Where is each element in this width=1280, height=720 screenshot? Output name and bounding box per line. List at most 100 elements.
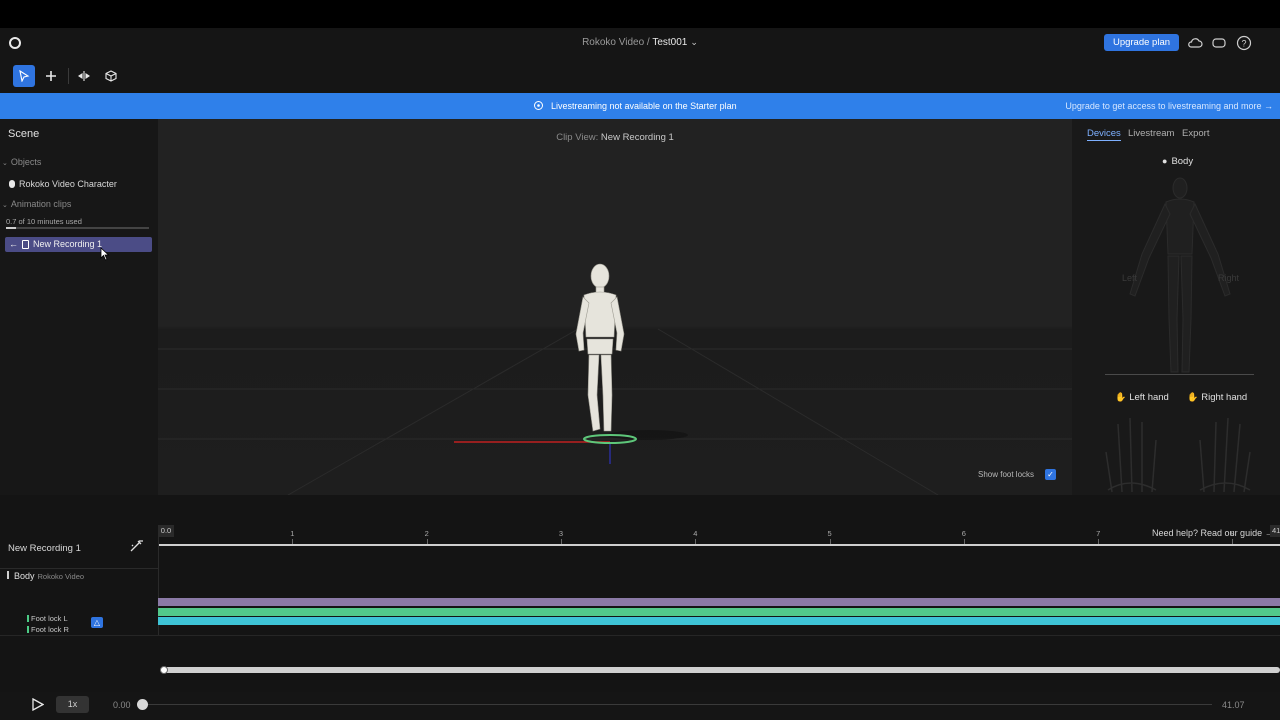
foot-lock-marker	[27, 626, 29, 633]
body-left-label: Left	[1122, 273, 1138, 283]
headset-icon[interactable]	[1211, 35, 1227, 51]
show-foot-locks-checkbox[interactable]: ✓	[1045, 469, 1056, 480]
clip-range-line[interactable]	[158, 544, 1280, 546]
scrub-handle[interactable]	[137, 699, 148, 710]
banner-message: Livestreaming not available on the Start…	[551, 101, 737, 111]
app-window: Rokoko Video / Test001⌄ Upgrade plan ?	[0, 28, 1280, 720]
chevron-down-icon[interactable]: ⌄	[690, 37, 698, 48]
usage-bar-fill	[6, 227, 16, 229]
film-icon	[22, 240, 29, 249]
right-hand-label: Right hand	[1201, 392, 1248, 403]
magic-wand-icon[interactable]	[129, 539, 143, 553]
broadcast-icon	[534, 101, 543, 110]
body-right-label: Right	[1218, 273, 1240, 283]
svg-text:?: ?	[1241, 39, 1246, 49]
chevron-down-icon: ⌄	[2, 160, 8, 167]
foot-lock-l-track[interactable]: Foot lock L	[27, 614, 68, 623]
clips-section-toggle[interactable]: ⌄ Animation clips	[2, 199, 71, 209]
scrub-track[interactable]	[142, 704, 1212, 705]
body-track-band[interactable]	[158, 598, 1280, 606]
hands-silhouette	[1105, 417, 1251, 493]
ruler-tick-label: 6	[961, 529, 966, 538]
tab-export[interactable]: Export	[1182, 128, 1209, 139]
track-source: Rokoko Video	[37, 572, 85, 581]
usage-text: 0.7 of 10 minutes used	[6, 217, 82, 226]
move-tool-button[interactable]	[40, 65, 62, 87]
toolbar-divider	[68, 68, 69, 84]
foot-lock-l-band[interactable]	[158, 608, 1280, 616]
usage-bar	[6, 227, 149, 229]
ruler-tick-label: 7	[1096, 529, 1101, 538]
pointer-icon	[19, 70, 30, 82]
objects-label: Objects	[10, 157, 42, 167]
body-label: Body	[1171, 156, 1194, 167]
ruler-start-tick: 0.0	[158, 525, 174, 537]
timeline-clip-name: New Recording 1	[8, 543, 81, 554]
cube-tool-button[interactable]	[100, 65, 122, 87]
ruler-tick-label: 2	[424, 529, 429, 538]
project-name[interactable]: Test001	[652, 37, 687, 48]
object-name: Rokoko Video Character	[19, 179, 117, 189]
timeline-scrollbar[interactable]	[160, 666, 1280, 674]
cloud-icon[interactable]	[1187, 35, 1203, 51]
ruler-tick-label: 3	[558, 529, 564, 538]
ruler-end-tick: 41	[1270, 525, 1280, 537]
tool-bar	[0, 64, 300, 90]
left-hand-label: Left hand	[1129, 392, 1169, 403]
back-arrow-icon[interactable]: ←	[9, 239, 18, 249]
track-divider	[0, 568, 158, 569]
transport-bar: 1x 0.00 41.07	[0, 692, 1280, 720]
scrollbar-handle[interactable]	[160, 666, 168, 674]
foot-lock-r-track[interactable]: Foot lock R	[27, 625, 69, 634]
objects-section-toggle[interactable]: ⌄ Objects	[2, 157, 41, 167]
mirror-tool-button[interactable]	[73, 65, 95, 87]
devices-panel: Devices Livestream Export ● Body Left Rig…	[1072, 119, 1280, 495]
clip-item-selected[interactable]: ← New Recording 1	[5, 237, 152, 252]
chevron-down-icon: ⌄	[2, 202, 8, 209]
mannequin-figure	[575, 263, 625, 432]
banner-upgrade-link[interactable]: Upgrade to get access to livestreaming a…	[1065, 101, 1273, 111]
play-icon[interactable]	[32, 698, 44, 711]
body-device-title: ● Body	[1162, 156, 1193, 167]
track-name: Body	[14, 571, 35, 581]
foot-lock-l-label: Foot lock L	[31, 614, 68, 623]
plus-icon	[46, 71, 56, 81]
mouse-cursor-icon	[100, 247, 110, 261]
scene-object-item[interactable]: Rokoko Video Character	[9, 179, 117, 189]
ruler-tick-label: 5	[827, 529, 832, 538]
person-icon: ●	[1162, 156, 1168, 166]
project-title[interactable]: Rokoko Video / Test001 ⌄	[0, 37, 1280, 48]
playback-speed-button[interactable]: 1x	[56, 696, 89, 713]
timeline-bottom-divider	[0, 635, 1280, 636]
select-tool-button[interactable]	[13, 65, 35, 87]
show-foot-locks-label: Show foot locks	[978, 470, 1035, 479]
total-time: 41.07	[1222, 700, 1245, 710]
tab-devices[interactable]: Devices	[1087, 128, 1121, 141]
3d-viewport[interactable]: Clip View: New Recording 1 Show foot loc…	[158, 119, 1072, 495]
scene-title: Scene	[8, 128, 40, 140]
hand-icon: ✋	[1115, 392, 1127, 402]
character-icon	[9, 180, 15, 188]
upgrade-plan-button[interactable]: Upgrade plan	[1104, 34, 1179, 51]
cube-icon	[105, 70, 117, 82]
hand-icon: ✋	[1187, 392, 1199, 402]
character-scene	[158, 263, 1072, 495]
warning-icon[interactable]: △	[91, 617, 103, 628]
timeline-panel: Need help? Read our guide → 0.0 41 12345…	[0, 495, 1280, 692]
clip-label: New Recording 1	[33, 239, 103, 249]
floor-grid	[158, 328, 1072, 495]
tab-livestream[interactable]: Livestream	[1128, 128, 1174, 139]
clips-label: Animation clips	[10, 199, 72, 209]
ruler-tick-label: 4	[693, 529, 698, 538]
foot-lock-r-label: Foot lock R	[31, 625, 69, 634]
body-track-header[interactable]: Body Rokoko Video	[7, 571, 84, 581]
right-hand-title: ✋ Right hand	[1187, 392, 1247, 403]
foot-lock-marker	[27, 615, 29, 622]
mirror-icon	[78, 71, 90, 81]
help-icon[interactable]: ?	[1236, 35, 1252, 51]
current-time: 0.00	[113, 700, 131, 710]
app-name: Rokoko Video /	[582, 37, 650, 48]
foot-lock-r-band[interactable]	[158, 617, 1280, 625]
top-bar: Rokoko Video / Test001 ⌄ Upgrade plan ?	[0, 28, 1280, 58]
scene-panel: Scene ⌄ Objects Rokoko Video Character ⌄ A…	[0, 119, 158, 519]
